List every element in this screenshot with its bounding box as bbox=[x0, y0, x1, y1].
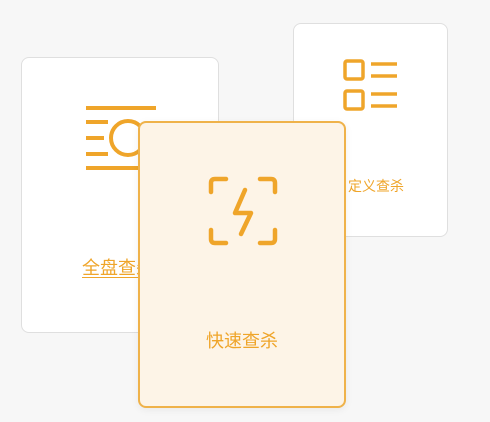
scan-mode-carousel: 全盘查杀 定义查杀 快速查杀 bbox=[0, 0, 490, 422]
quick-scan-label: 快速查杀 bbox=[206, 331, 278, 352]
lightning-scan-icon bbox=[208, 176, 280, 252]
quick-scan-card[interactable]: 快速查杀 bbox=[138, 121, 346, 408]
list-icon bbox=[343, 59, 401, 117]
custom-scan-label: 定义查杀 bbox=[348, 179, 404, 195]
